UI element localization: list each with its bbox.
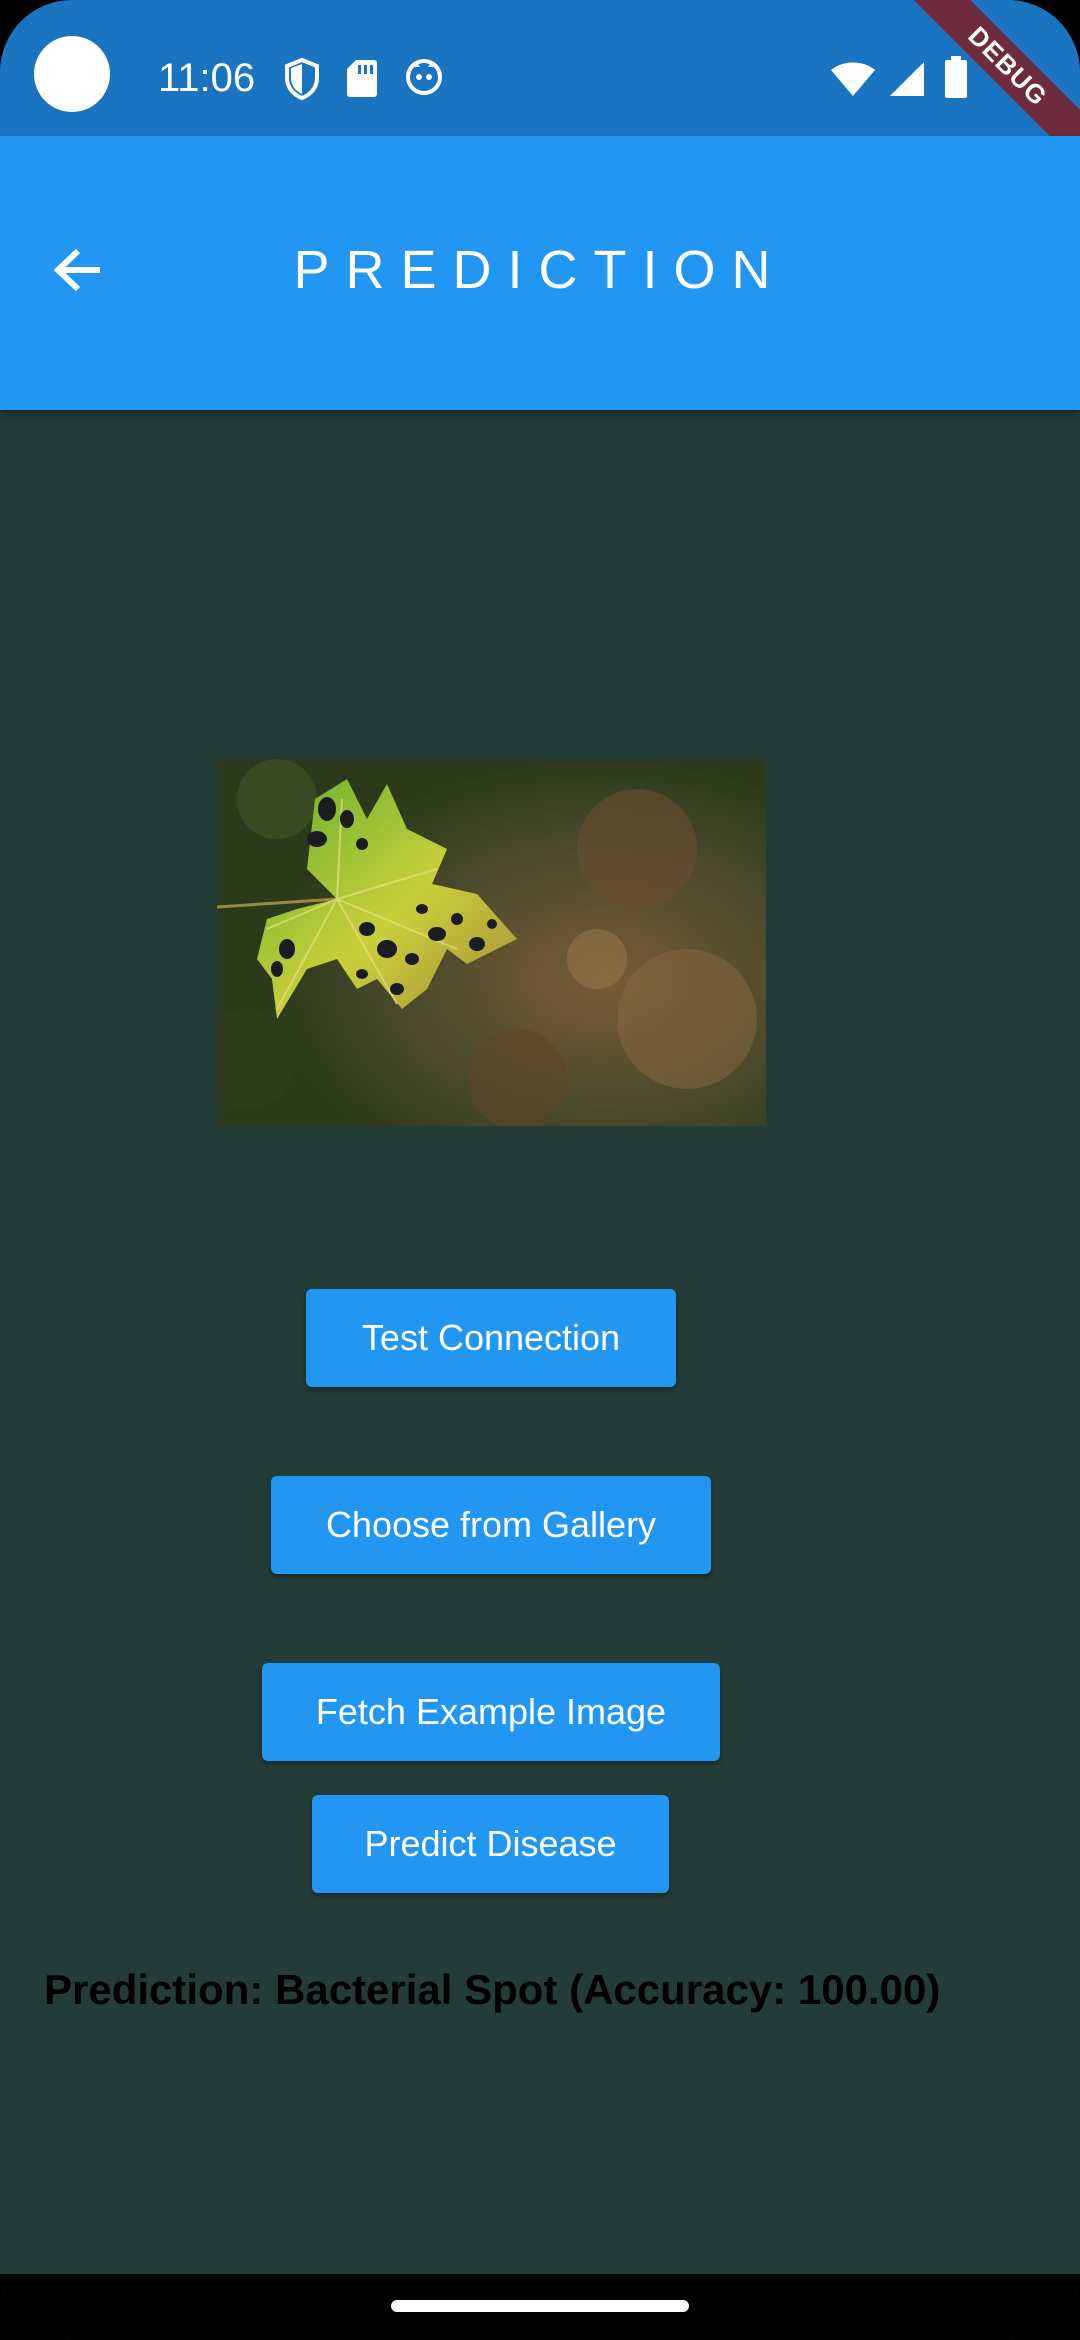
home-indicator[interactable]: [391, 2300, 689, 2312]
sd-card-icon: [346, 58, 378, 103]
fetch-example-image-button[interactable]: Fetch Example Image: [262, 1663, 720, 1761]
status-time: 11:06: [158, 56, 256, 100]
choose-from-gallery-button[interactable]: Choose from Gallery: [271, 1476, 711, 1574]
wifi-icon: [830, 60, 876, 103]
status-bar: 11:06 DEBUG: [0, 0, 1080, 187]
camera-cutout: [34, 36, 110, 112]
cat-face-icon: [405, 58, 443, 101]
test-connection-button[interactable]: Test Connection: [306, 1289, 676, 1387]
leaf-photo: [217, 759, 766, 1126]
shield-icon: [284, 57, 320, 105]
page-title: PREDICTION: [293, 240, 787, 300]
signal-icon: [888, 60, 926, 103]
battery-icon: [944, 56, 968, 103]
phone-screen: 11:06 DEBUG PREDICTION Test Connection C…: [0, 0, 1080, 2340]
prediction-result: Prediction: Bacterial Spot (Accuracy: 10…: [44, 1966, 941, 2013]
predict-disease-button[interactable]: Predict Disease: [312, 1795, 669, 1893]
